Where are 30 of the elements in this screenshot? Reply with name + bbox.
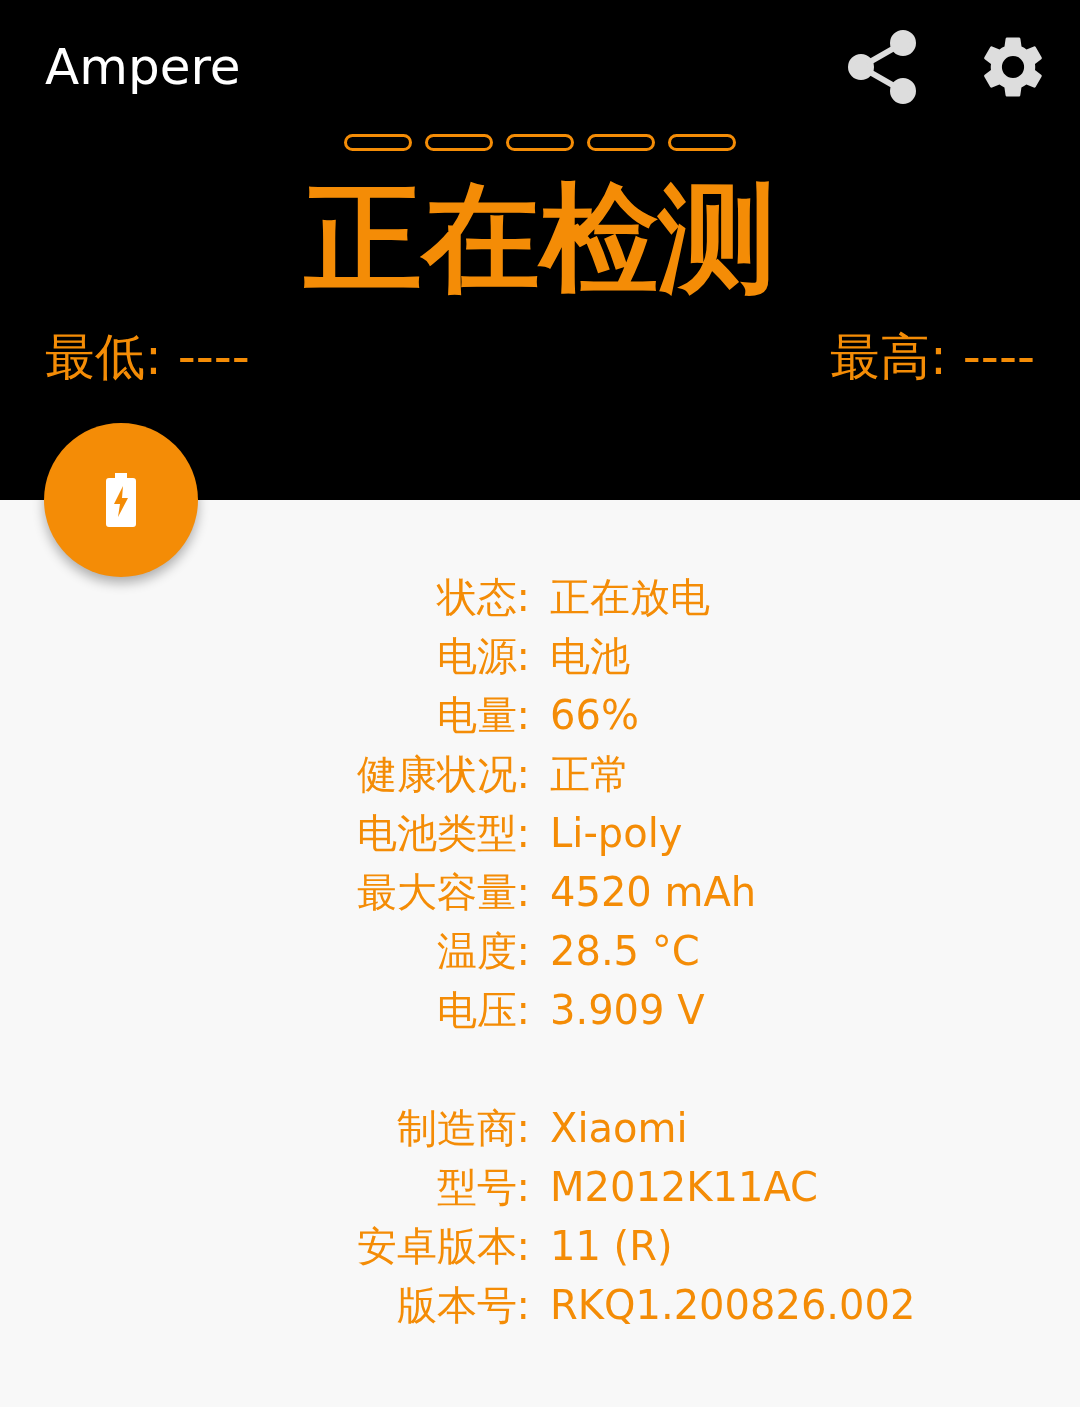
info-label: 最大容量: <box>356 869 530 915</box>
battery-charging-icon <box>106 473 136 527</box>
info-label: 型号: <box>436 1164 530 1210</box>
info-value: 11 (R) <box>549 1222 673 1271</box>
info-value: 正常 <box>549 750 630 799</box>
info-value: 4520 mAh <box>549 868 757 917</box>
app-title: Ampere <box>45 42 241 92</box>
info-value: Xiaomi <box>549 1104 688 1153</box>
info-value: Li-poly <box>549 809 683 858</box>
min-reading: 最低: ---- <box>45 332 250 382</box>
info-label: 版本号: <box>396 1282 530 1328</box>
info-label: 电源: <box>436 633 530 679</box>
info-value: 电池 <box>549 632 630 681</box>
info-label: 安卓版本: <box>356 1223 530 1269</box>
info-value: 正在放电 <box>549 573 710 622</box>
info-label: 制造商: <box>396 1105 530 1151</box>
info-label: 电池类型: <box>356 810 530 856</box>
max-reading: 最高: ---- <box>830 332 1035 382</box>
info-value: 3.909 V <box>549 986 705 1035</box>
info-value: M2012K11AC <box>549 1163 819 1212</box>
info-label: 温度: <box>436 928 530 974</box>
info-value: 28.5 °C <box>549 927 700 976</box>
info-label: 状态: <box>436 574 530 620</box>
share-icon[interactable] <box>848 30 916 104</box>
info-value: RKQ1.200826.002 <box>549 1281 916 1330</box>
info-label: 电量: <box>436 692 530 738</box>
status-heading: 正在检测 <box>304 169 776 307</box>
info-label: 电压: <box>436 987 530 1033</box>
info-label: 健康状况: <box>356 751 530 797</box>
info-value: 66% <box>549 691 639 740</box>
